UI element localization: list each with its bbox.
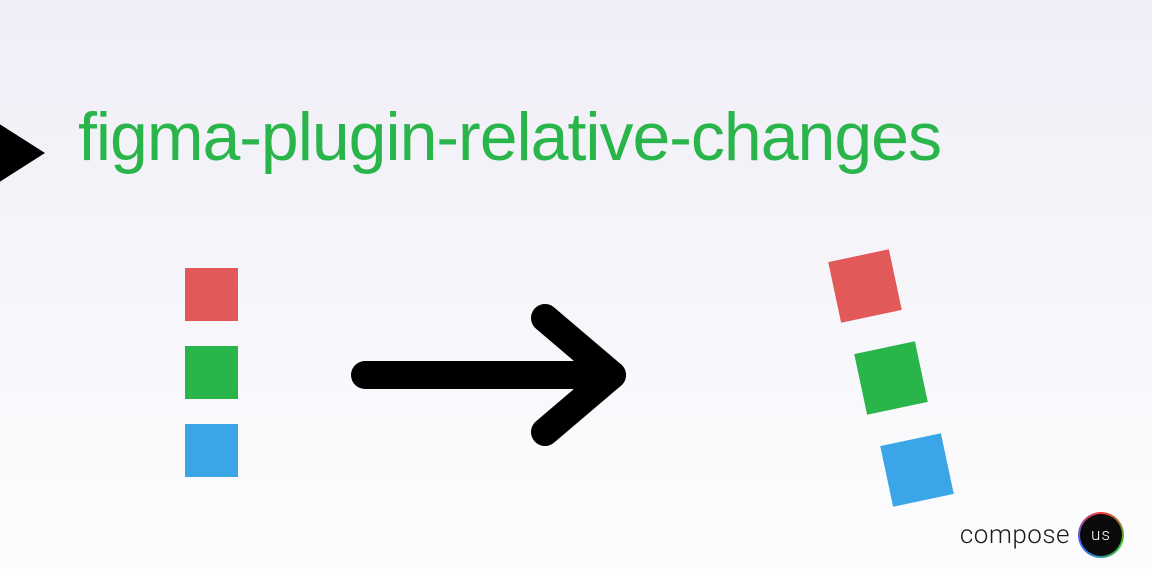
square-blue-rotated [880,433,954,507]
logo-word: compose [960,520,1070,550]
page-title: figma-plugin-relative-changes [78,98,941,176]
square-green-rotated [854,341,928,415]
brand-logo: compose us [960,512,1124,558]
logo-badge-icon: us [1078,512,1124,558]
play-triangle-icon [0,118,45,188]
square-red [185,268,238,321]
logo-badge-text: us [1091,525,1111,545]
squares-after-group [780,255,1080,555]
arrow-right-icon [350,300,650,454]
square-blue [185,424,238,477]
square-red-rotated [828,249,902,323]
square-green [185,346,238,399]
